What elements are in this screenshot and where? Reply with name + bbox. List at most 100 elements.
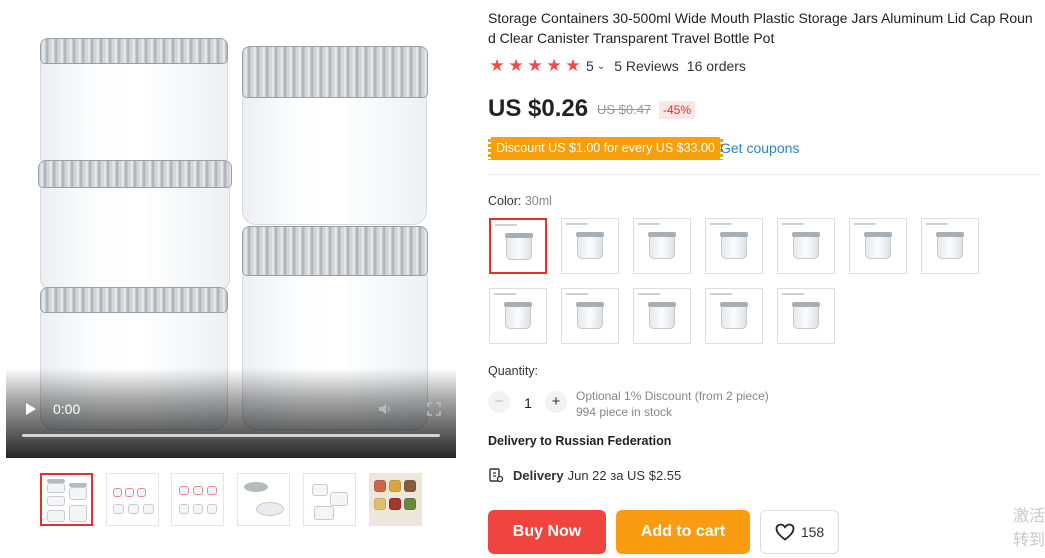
thumbnail-3[interactable]	[171, 473, 224, 526]
star-icon: ★	[508, 56, 524, 75]
quantity-decrease-button[interactable]: −	[488, 391, 510, 413]
wishlist-button[interactable]: 158	[760, 510, 839, 554]
fullscreen-icon[interactable]	[427, 402, 441, 416]
add-to-cart-button[interactable]: Add to cart	[616, 510, 750, 554]
swatch-label-graphic	[710, 223, 732, 225]
thumbnail-2[interactable]	[106, 473, 159, 526]
swatch-label-graphic	[566, 293, 588, 295]
jar-lid-image	[40, 287, 228, 313]
swatch-jar-lid-image	[792, 302, 820, 307]
jar-lid-image	[242, 46, 428, 98]
thumb-jar-image	[404, 480, 416, 492]
star-icon: ★	[527, 56, 543, 75]
color-option-8[interactable]	[489, 288, 547, 344]
color-option-2[interactable]	[561, 218, 619, 274]
thumb-jar-image	[389, 498, 401, 510]
get-coupons-link[interactable]: Get coupons	[720, 140, 799, 156]
product-title: Storage Containers 30-500ml Wide Mouth P…	[488, 10, 1033, 46]
thumbnail-5[interactable]	[303, 473, 356, 526]
thumb-jar-image	[207, 504, 217, 514]
thumb-jar-image	[207, 486, 217, 495]
swatch-jar-image	[649, 235, 675, 259]
color-option-6[interactable]	[849, 218, 907, 274]
watermark-text: 激活 转到	[1013, 508, 1045, 549]
swatch-jar-image	[506, 236, 532, 260]
color-option-5[interactable]	[777, 218, 835, 274]
rating-score[interactable]: 5	[586, 58, 594, 74]
thumb-jar-image	[143, 504, 154, 514]
delivery-detail: Jun 22 за US $2.55	[567, 467, 682, 483]
optional-discount-text: Optional 1% Discount (from 2 piece)	[576, 389, 769, 403]
jar-image	[40, 55, 228, 170]
swatch-jar-lid-image	[936, 232, 964, 237]
thumb-jar-image	[47, 510, 65, 522]
swatch-jar-image	[649, 305, 675, 329]
thumbnail-4[interactable]	[237, 473, 290, 526]
buy-now-button[interactable]: Buy Now	[488, 510, 606, 554]
swatch-jar-lid-image	[864, 232, 892, 237]
product-video[interactable]: 0:00	[6, 0, 456, 458]
color-option-1[interactable]	[489, 218, 547, 274]
color-option-3[interactable]	[633, 218, 691, 274]
color-option-4[interactable]	[705, 218, 763, 274]
color-option-11[interactable]	[705, 288, 763, 344]
thumb-jar-image	[69, 487, 87, 500]
thumb-jar-image	[404, 498, 416, 510]
stock-text: 994 piece in stock	[576, 405, 673, 419]
swatch-jar-image	[793, 305, 819, 329]
swatch-label-graphic	[495, 224, 517, 226]
thumbnail-1[interactable]	[40, 473, 93, 526]
swatch-jar-image	[577, 235, 603, 259]
quantity-note: Optional 1% Discount (from 2 piece) 994 …	[576, 388, 769, 420]
wishlist-count: 158	[800, 524, 825, 540]
thumb-jar-image	[374, 498, 386, 510]
swatch-label-graphic	[638, 223, 660, 225]
chevron-down-icon[interactable]: ⌄	[597, 61, 605, 72]
swatch-label-graphic	[926, 223, 948, 225]
quantity-increase-button[interactable]: +	[545, 391, 567, 413]
current-price: US $0.26	[488, 95, 589, 122]
thumb-jar-image	[193, 486, 203, 495]
volume-icon[interactable]	[378, 402, 392, 416]
reviews-link[interactable]: 5 Reviews	[614, 58, 679, 74]
orders-count: 16 orders	[686, 58, 746, 74]
delivery-info: Delivery Jun 22 за US $2.55	[488, 467, 681, 483]
star-icon: ★	[489, 56, 505, 75]
swatch-jar-image	[721, 305, 747, 329]
coupon-banner[interactable]: Discount US $1.00 for every US $33.00	[487, 137, 724, 160]
color-option-10[interactable]	[633, 288, 691, 344]
heart-icon	[775, 523, 795, 541]
play-icon[interactable]	[26, 403, 36, 415]
quantity-value[interactable]: 1	[520, 395, 536, 411]
divider	[488, 174, 1040, 175]
swatch-label-graphic	[638, 293, 660, 295]
delivery-label: Delivery	[513, 467, 564, 483]
thumb-jar-image	[256, 502, 284, 516]
swatch-jar-image	[505, 305, 531, 329]
swatch-label-graphic	[854, 223, 876, 225]
swatch-jar-image	[865, 235, 891, 259]
swatch-label-graphic	[710, 293, 732, 295]
color-option-7[interactable]	[921, 218, 979, 274]
swatch-jar-image	[577, 305, 603, 329]
thumb-jar-image	[47, 483, 65, 493]
swatch-jar-image	[721, 235, 747, 259]
thumbnail-6[interactable]	[369, 473, 422, 526]
delivery-box-icon	[489, 468, 504, 483]
thumb-jar-image	[128, 504, 139, 514]
swatch-jar-lid-image	[720, 302, 748, 307]
discount-badge: -45%	[659, 101, 696, 119]
color-option-9[interactable]	[561, 288, 619, 344]
thumb-jar-image	[312, 484, 328, 496]
swatch-jar-image	[793, 235, 819, 259]
video-progress-bar[interactable]	[22, 434, 440, 437]
color-option-12[interactable]	[777, 288, 835, 344]
color-selected-value: 30ml	[524, 194, 552, 208]
thumb-jar-image	[374, 480, 386, 492]
delivery-destination[interactable]: Delivery to Russian Federation	[488, 434, 671, 448]
swatch-label-graphic	[782, 293, 804, 295]
thumb-jar-image	[113, 504, 124, 514]
thumb-jar-image	[389, 480, 401, 492]
swatch-jar-lid-image	[576, 302, 604, 307]
swatch-label-graphic	[494, 293, 516, 295]
